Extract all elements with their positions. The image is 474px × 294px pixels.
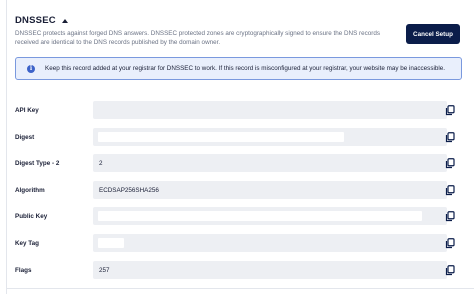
copy-icon[interactable] — [445, 132, 455, 143]
field-label: Digest Type - 2 — [15, 159, 60, 167]
field-value-flags[interactable]: 257 — [93, 261, 447, 279]
section-title: DNSSEC — [15, 15, 56, 26]
field-label: Digest — [15, 133, 35, 141]
copy-icon[interactable] — [445, 185, 455, 196]
redaction-mask — [98, 238, 124, 248]
cancel-setup-button[interactable]: Cancel Setup — [406, 24, 460, 44]
divider — [6, 288, 474, 289]
field-row-digest: Digest — [15, 128, 462, 146]
alert-text: Keep this record added at your registrar… — [45, 65, 446, 72]
copy-icon[interactable] — [445, 265, 455, 276]
field-value-digest-type[interactable]: 2 — [93, 154, 447, 172]
redaction-mask — [98, 211, 422, 221]
field-value-digest[interactable] — [93, 128, 447, 146]
info-icon: i — [27, 64, 35, 73]
field-row-key-tag: Key Tag — [15, 234, 462, 252]
copy-icon[interactable] — [445, 211, 455, 222]
field-value-public-key[interactable] — [93, 207, 447, 225]
dnssec-card: DNSSEC DNSSEC protects against forged DN… — [0, 0, 474, 294]
field-label: Algorithm — [15, 186, 45, 194]
field-row-digest-type: Digest Type - 2 2 — [15, 154, 462, 172]
field-row-public-key: Public Key — [15, 207, 462, 225]
field-row-api-key: API Key — [15, 101, 462, 119]
field-row-flags: Flags 257 — [15, 261, 462, 279]
info-alert: i Keep this record added at your registr… — [15, 57, 462, 80]
copy-icon[interactable] — [445, 238, 455, 249]
field-label: API Key — [15, 106, 39, 114]
copy-icon[interactable] — [445, 158, 455, 169]
section-header[interactable]: DNSSEC — [15, 15, 68, 26]
field-label: Public Key — [15, 212, 48, 220]
field-value-algorithm[interactable]: ECDSAP256SHA256 — [93, 181, 447, 199]
field-value-api-key[interactable] — [93, 101, 447, 119]
field-row-algorithm: Algorithm ECDSAP256SHA256 — [15, 181, 462, 199]
card-border — [6, 0, 7, 294]
field-label: Flags — [15, 266, 32, 274]
caret-up-icon[interactable] — [61, 19, 68, 23]
copy-icon[interactable] — [445, 105, 455, 116]
field-label: Key Tag — [15, 239, 40, 247]
field-value-key-tag[interactable] — [93, 234, 447, 252]
section-description: DNSSEC protects against forged DNS answe… — [15, 30, 381, 47]
redaction-mask — [98, 132, 344, 142]
